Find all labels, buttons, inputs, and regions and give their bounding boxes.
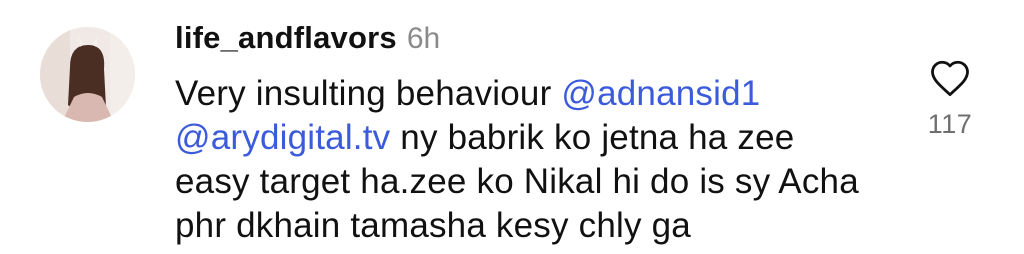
timestamp: 6h bbox=[406, 22, 441, 55]
username[interactable]: life_andflavors bbox=[175, 20, 397, 56]
comment-header: life_andflavors 6h bbox=[175, 20, 440, 56]
mention-link[interactable]: @adnansid1 bbox=[561, 74, 760, 113]
heart-outline-icon[interactable] bbox=[929, 58, 971, 103]
comment: life_andflavors 6h Very insulting behavi… bbox=[0, 0, 1024, 254]
comment-text: Very insulting behaviour @adnansid1 @aryd… bbox=[175, 72, 875, 248]
avatar[interactable] bbox=[40, 27, 135, 122]
like-section: 117 bbox=[920, 58, 980, 140]
mention-link[interactable]: @arydigital.tv bbox=[175, 118, 390, 157]
comment-text-part: Very insulting behaviour bbox=[175, 74, 562, 113]
like-count: 117 bbox=[927, 109, 973, 139]
